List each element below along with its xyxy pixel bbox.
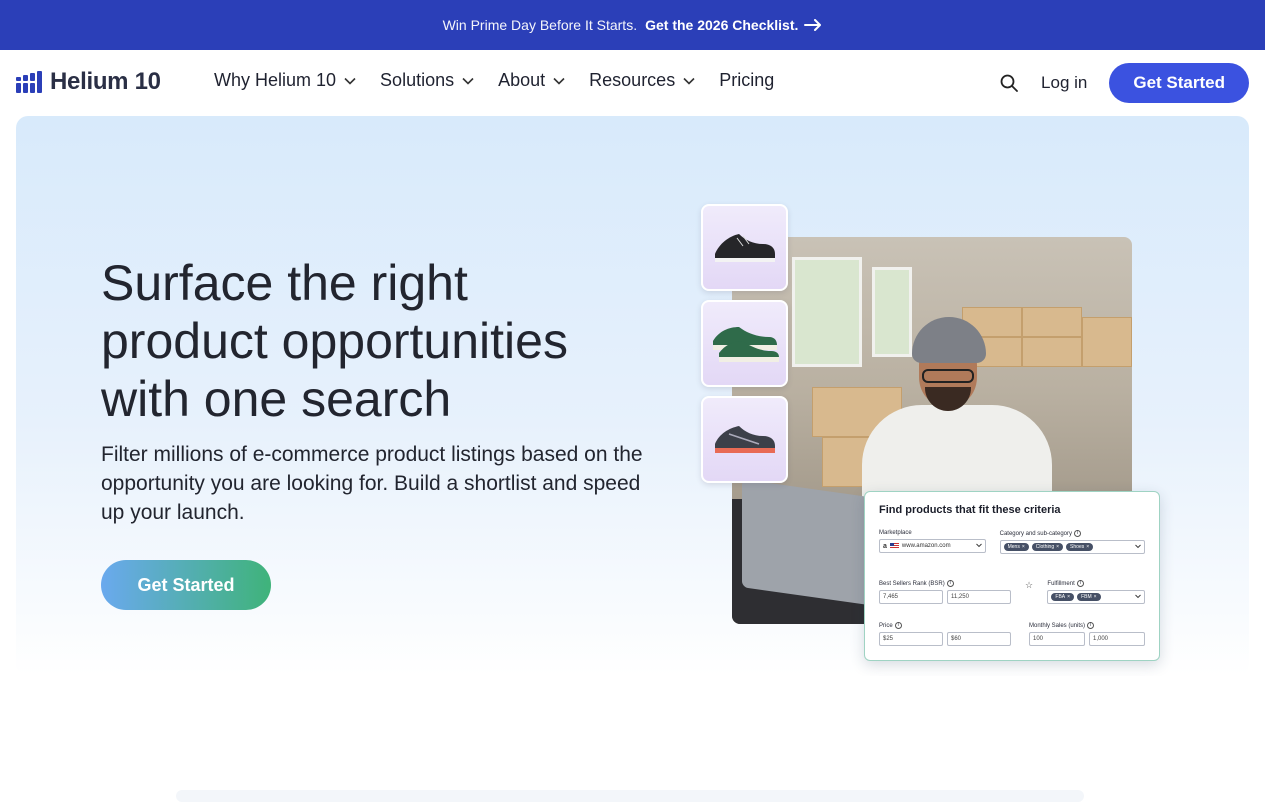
main-nav: Helium 10 Why Helium 10 Solutions About … [0, 50, 1265, 116]
chevron-down-icon [462, 77, 474, 85]
chevron-down-icon [683, 77, 695, 85]
promo-cta-label: Get the 2026 Checklist. [645, 17, 799, 33]
info-icon: i [1087, 622, 1095, 629]
sales-max-input[interactable]: 1,000 [1089, 632, 1145, 646]
chevron-down-icon [975, 543, 982, 548]
fulfillment-select[interactable]: FBA × FBM × [1047, 590, 1145, 604]
nav-item-why-helium10[interactable]: Why Helium 10 [214, 70, 356, 91]
helium10-logo[interactable]: Helium 10 [16, 68, 161, 96]
info-icon: i [1073, 530, 1081, 537]
nav-item-label: Pricing [719, 70, 775, 90]
price-max-input[interactable]: $60 [947, 632, 1011, 646]
fulfillment-pill[interactable]: FBA × [1051, 593, 1075, 601]
info-icon: i [894, 622, 902, 629]
nav-menu: Why Helium 10 Solutions About Resources … [214, 70, 774, 91]
promo-checklist-link[interactable]: Get the 2026 Checklist. [645, 17, 822, 33]
category-label: Category and sub-category i [1000, 530, 1145, 537]
shoe-thumbnail-1 [701, 204, 788, 291]
amazon-logo-icon: a [883, 542, 887, 550]
category-pill[interactable]: Shoes × [1066, 543, 1094, 551]
filter-card: Find products that fit these criteria Ma… [864, 491, 1160, 661]
shoe-thumbnail-3 [701, 396, 788, 483]
promo-lead-text: Win Prime Day Before It Starts. [442, 17, 638, 33]
shoe-icon [714, 425, 775, 453]
info-icon: i [946, 580, 954, 587]
login-link[interactable]: Log in [1041, 73, 1087, 93]
nav-item-resources[interactable]: Resources [589, 70, 695, 91]
search-icon[interactable] [999, 73, 1019, 93]
hero-subcopy: Filter millions of e-commerce product li… [101, 443, 643, 524]
chevron-down-icon [1135, 544, 1141, 549]
chevron-down-icon [1135, 594, 1141, 599]
category-pill[interactable]: Clothing × [1031, 543, 1064, 551]
info-icon: i [1076, 580, 1084, 587]
chevron-down-icon [344, 77, 356, 85]
nav-item-about[interactable]: About [498, 70, 565, 91]
bsr-min-input[interactable]: 7,465 [879, 590, 943, 604]
hero-section: Surface the right product opportunities … [16, 116, 1249, 676]
us-flag-icon [889, 543, 899, 549]
logo-text: Helium 10 [50, 68, 161, 95]
filter-card-title: Find products that fit these criteria [879, 504, 1061, 516]
nav-item-label: Resources [589, 70, 676, 90]
get-started-button[interactable]: Get Started [1109, 63, 1249, 103]
marketplace-value: www.amazon.com [901, 543, 951, 549]
nav-item-label: About [498, 70, 546, 90]
hero-get-started-button[interactable]: Get Started [101, 560, 271, 610]
fulfillment-label: Fulfillment i [1047, 580, 1145, 587]
monthly-sales-label: Monthly Sales (units) i [1029, 622, 1145, 629]
bsr-max-input[interactable]: 11,250 [947, 590, 1011, 604]
nav-actions: Log in Get Started [999, 63, 1249, 103]
marketplace-select[interactable]: a www.amazon.com [879, 539, 986, 553]
sales-min-input[interactable]: 100 [1029, 632, 1085, 646]
nav-item-pricing[interactable]: Pricing [719, 70, 774, 91]
nav-item-solutions[interactable]: Solutions [380, 70, 474, 91]
logo-bars-icon [16, 71, 42, 93]
price-label: Price i [879, 622, 1015, 629]
category-select[interactable]: Mens × Clothing × Shoes × [999, 540, 1145, 554]
promo-banner: Win Prime Day Before It Starts. Get the … [0, 0, 1265, 50]
nav-item-label: Solutions [380, 70, 455, 90]
next-section-edge [176, 790, 1084, 802]
bsr-label: Best Sellers Rank (BSR) i [879, 580, 1011, 587]
price-min-input[interactable]: $25 [879, 632, 943, 646]
nav-item-label: Why Helium 10 [214, 70, 337, 90]
fulfillment-pill[interactable]: FBM × [1077, 593, 1101, 601]
marketplace-label: Marketplace [879, 530, 912, 536]
arrow-right-icon [804, 19, 822, 31]
star-icon[interactable]: ☆ [1025, 580, 1033, 590]
shoe-icon [714, 233, 775, 262]
shoe-thumbnail-2 [701, 300, 788, 387]
category-pill[interactable]: Mens × [1003, 543, 1029, 551]
shoe-icon [712, 326, 779, 362]
hero-headline: Surface the right product opportunities … [101, 255, 568, 427]
chevron-down-icon [553, 77, 565, 85]
